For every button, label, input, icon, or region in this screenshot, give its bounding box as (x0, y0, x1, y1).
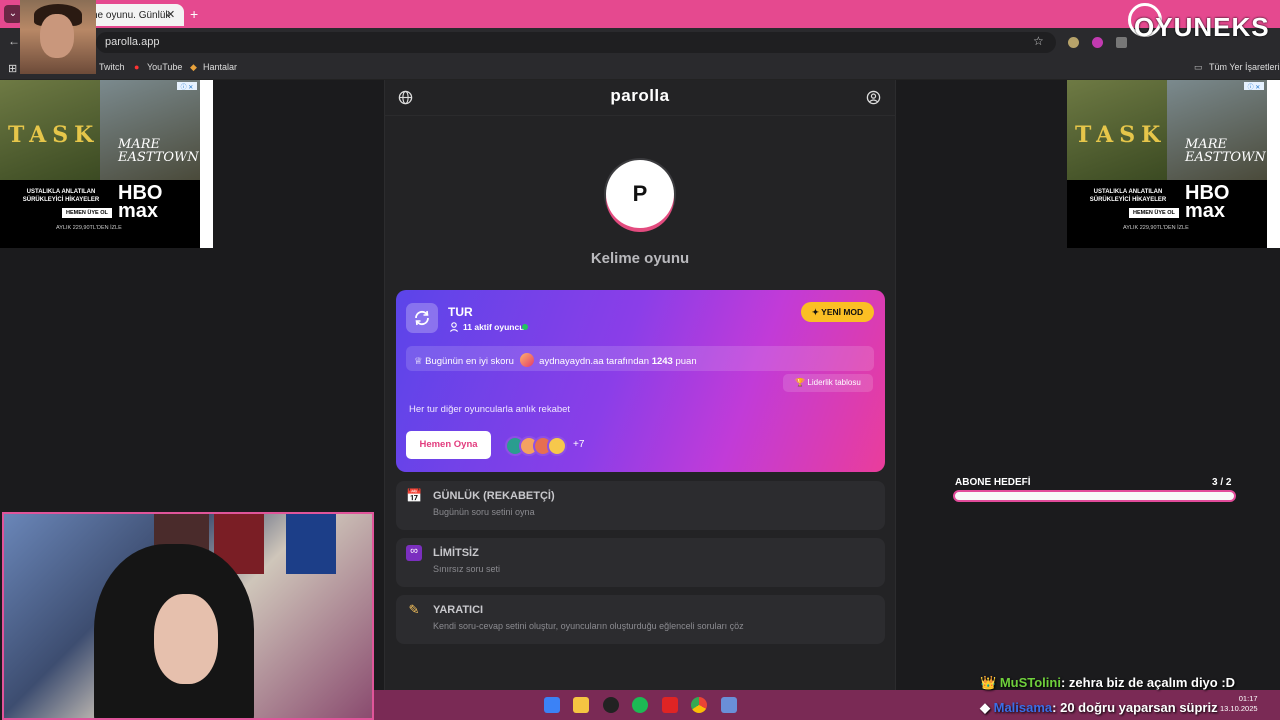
new-tab-icon[interactable]: + (190, 6, 198, 22)
play-now-button[interactable]: Hemen Oyna (406, 431, 491, 459)
crown-badge-icon: 👑 (980, 675, 997, 690)
ad-info-icon[interactable]: ⓘ ✕ (177, 82, 197, 91)
user-profile-icon[interactable] (866, 90, 881, 105)
all-bookmarks[interactable]: Tüm Yer İşaretleri (1209, 62, 1280, 72)
chat-text: : zehra biz de açalım diyo :D (1060, 675, 1236, 690)
card-title: TUR (448, 305, 473, 319)
language-globe-icon[interactable] (398, 90, 413, 105)
ad-cta-button[interactable]: HEMEN ÜYE OL (1129, 208, 1179, 218)
bookmark-youtube[interactable]: YouTube (147, 62, 182, 72)
chat-text: : 20 doğru yaparsan süpriz (1052, 700, 1218, 715)
youtube-icon: ● (134, 62, 140, 72)
mode-unlimited-title: LİMİTSİZ (433, 547, 479, 559)
ad-tagline: USTALIKLA ANLATILAN SÜRÜKLEYİCİ HİKAYELE… (1089, 189, 1167, 203)
ad-info-icon[interactable]: ⓘ ✕ (1244, 82, 1264, 91)
online-status-dot (522, 324, 528, 330)
bookmark-star-icon[interactable]: ☆ (1033, 34, 1044, 48)
bookmark-hantalar[interactable]: Hantalar (203, 62, 237, 72)
apps-grid-icon[interactable]: ⊞ (8, 62, 17, 75)
sparkle-icon: ✦ (811, 307, 822, 317)
card-description: Her tur diğer oyuncularla anlık rekabet (409, 404, 571, 415)
chat-message: ◆ Malisama: 20 doğru yaparsan süpriz (980, 700, 1218, 716)
active-players-count: 11 aktif oyuncu (463, 322, 525, 332)
ad-banner-right[interactable]: TASK MARE EASTTOWN USTALIKLA ANLATILAN SÜ… (1067, 80, 1280, 248)
mode-unlimited[interactable] (396, 538, 885, 587)
extensions-puzzle-icon[interactable] (1116, 37, 1127, 48)
hbo-logo: HBO max (118, 182, 163, 222)
url-text: parolla.app (105, 36, 160, 48)
new-mode-badge[interactable]: ✦ YENİ MOD (801, 302, 874, 322)
ad-banner-left[interactable]: TASK MARE EASTTOWN USTALIKLA ANLATILAN SÜ… (0, 80, 213, 248)
best-user-name[interactable]: aydnayaydn.aa (539, 356, 603, 367)
points-label: puan (675, 356, 697, 367)
more-players-count: +7 (573, 439, 585, 450)
ad-title-mare: MARE EASTTOWN (118, 137, 199, 165)
leaderboard-button[interactable]: 🏆 Liderlik tablosu (783, 374, 873, 392)
mode-creative-title: YARATICI (433, 604, 484, 616)
mode-daily[interactable] (396, 481, 885, 530)
calendar-icon: 📅 (406, 488, 423, 503)
obs-icon[interactable] (603, 697, 619, 713)
mode-daily-title: GÜNLÜK (REKABETÇİ) (433, 490, 555, 502)
trophy-icon: 🏆 (795, 378, 806, 387)
app-icon[interactable] (662, 697, 678, 713)
bookmarks-bar: ⊞ Twitch ● YouTube ◆ Hantalar ▭ Tüm Yer … (0, 56, 1280, 80)
taskbar-clock[interactable]: 01:17 13.10.2025 (1220, 694, 1258, 714)
best-score-row: ♕ Bugünün en iyi skoru aydnayaydn.aa tar… (414, 353, 697, 367)
brand-title[interactable]: parolla (384, 86, 896, 106)
leaderboard-label: Liderlik tablosu (807, 378, 861, 387)
bookmark-twitch[interactable]: Twitch (99, 62, 125, 72)
sub-goal-progress-bar (953, 490, 1236, 502)
page-subtitle: Kelime oyunu (590, 250, 690, 267)
gem-badge-icon: ◆ (980, 700, 990, 715)
users-icon (449, 322, 459, 332)
by-text: tarafından (606, 356, 650, 367)
folder-icon: ▭ (1194, 62, 1203, 72)
webcam-top (20, 0, 96, 74)
extension-icon[interactable] (1092, 37, 1103, 48)
infinity-icon: ∞ (406, 545, 422, 561)
ad-title-task: TASK (1075, 122, 1167, 148)
new-mode-label: YENİ MOD (821, 307, 864, 317)
mode-unlimited-subtitle: Sınırsız soru seti (433, 564, 501, 574)
clock-time: 01:17 (1238, 694, 1258, 703)
address-bar[interactable]: parolla.app (96, 32, 1056, 53)
hbo-logo: HBO max (1185, 182, 1230, 222)
close-tab-icon[interactable]: ✕ (166, 8, 175, 21)
ad-title-mare: MARE EASTTOWN (1185, 137, 1266, 165)
chat-username: MuSTolini (999, 675, 1061, 690)
sub-goal-count: 3 / 2 (1212, 477, 1232, 488)
chat-username: Malisama (993, 700, 1053, 715)
ad-title-task: TASK (8, 122, 100, 148)
spotify-icon[interactable] (632, 697, 648, 713)
extension-icon[interactable] (1068, 37, 1079, 48)
parolla-logo: P (606, 160, 674, 228)
best-user-avatar (519, 353, 534, 367)
refresh-icon (406, 303, 438, 333)
player-avatar (547, 436, 567, 456)
pencil-icon: ✎ (408, 602, 420, 617)
map-pin-icon: ◆ (190, 62, 197, 72)
chat-message: 👑 MuSTolini: zehra biz de açalım diyo :D (980, 675, 1235, 691)
trophy-icon: ♕ (414, 356, 426, 367)
sub-goal-label: ABONE HEDEFİ (955, 477, 1031, 488)
chrome-icon[interactable] (691, 697, 707, 713)
oyuneks-logo: OYUNEKS (1134, 12, 1270, 42)
mode-creative-subtitle: Kendi soru-cevap setini oluştur, oyuncul… (433, 621, 744, 631)
mode-creative[interactable] (396, 595, 885, 644)
best-score-value: 1243 (651, 356, 673, 367)
webcam-bottom (2, 512, 374, 720)
file-explorer-icon[interactable] (573, 697, 589, 713)
ad-price: AYLIK 229,90TL'DEN İZLE (56, 225, 122, 231)
app-icon[interactable] (721, 697, 737, 713)
ad-tagline: USTALIKLA ANLATILAN SÜRÜKLEYİCİ HİKAYELE… (22, 189, 100, 203)
ad-price: AYLIK 229,90TL'DEN İZLE (1123, 225, 1189, 231)
clock-date: 13.10.2025 (1220, 704, 1258, 713)
ad-cta-button[interactable]: HEMEN ÜYE OL (62, 208, 112, 218)
windows-start-icon[interactable] (544, 697, 560, 713)
mode-daily-subtitle: Bugünün soru setini oyna (433, 507, 535, 517)
back-icon[interactable]: ← (8, 34, 20, 48)
best-score-label: Bugünün en iyi skoru (425, 356, 514, 367)
